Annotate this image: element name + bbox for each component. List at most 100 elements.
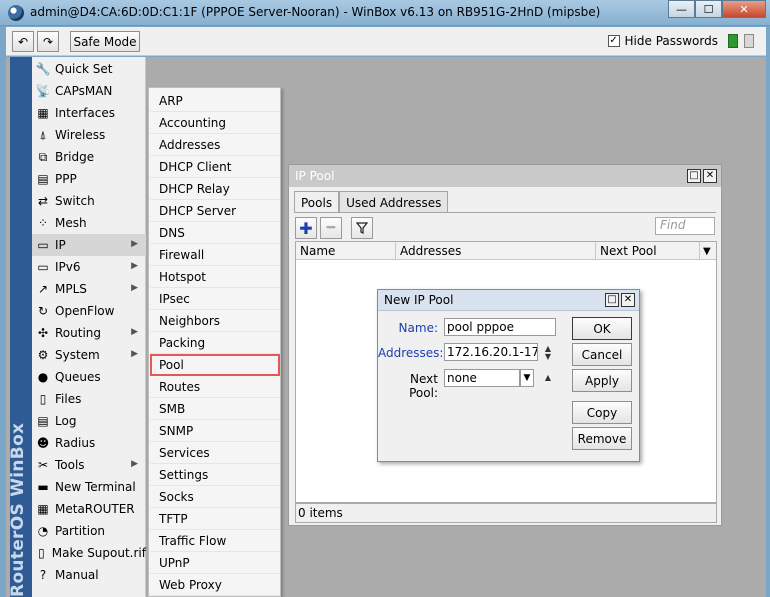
ip-menu-item-traffic-flow[interactable]: Traffic Flow [150,530,280,552]
sidebar-item-label: PPP [55,172,77,186]
sidebar-item-mpls[interactable]: ↗ MPLS ▶ [32,278,146,300]
mesh-icon: ⁘ [37,216,49,230]
sidebar-item-make-supout-rif[interactable]: ▯ Make Supout.rif [32,542,146,564]
minimize-button[interactable]: — [668,0,695,18]
ip-menu-item-pool[interactable]: Pool [150,354,280,376]
ip-menu-item-dhcp-client[interactable]: DHCP Client [150,156,280,178]
ip-menu-item-routes[interactable]: Routes [150,376,280,398]
sidebar-item-ipv6[interactable]: ▭ IPv6 ▶ [32,256,146,278]
dialog-close-button[interactable]: ✕ [621,293,635,307]
redo-button[interactable]: ↷ [37,31,59,52]
ppp-icon: ▤ [37,172,49,186]
undo-button[interactable]: ↶ [12,31,34,52]
sidebar-item-label: OpenFlow [55,304,115,318]
column-addresses[interactable]: Addresses [396,242,596,260]
next-pool-add-arrow[interactable]: ▲ [543,374,553,382]
sidebar-item-ip[interactable]: ▭ IP ▶ [32,234,146,256]
metarouter-icon: ▦ [37,502,49,516]
openflow-icon: ↻ [37,304,49,318]
name-input[interactable]: pool pppoe [444,318,556,336]
sidebar-item-tools[interactable]: ✂ Tools ▶ [32,454,146,476]
sidebar-item-log[interactable]: ▤ Log [32,410,146,432]
sidebar-item-label: System [55,348,100,362]
maximize-button[interactable]: ☐ [695,0,722,18]
sidebar-item-label: MPLS [55,282,87,296]
ip-menu-item-accounting[interactable]: Accounting [150,112,280,134]
cancel-button[interactable]: Cancel [572,343,632,366]
copy-button[interactable]: Copy [572,401,632,424]
ip-menu-item-ipsec[interactable]: IPsec [150,288,280,310]
ip-menu-item-firewall[interactable]: Firewall [150,244,280,266]
ip-menu-item-dhcp-server[interactable]: DHCP Server [150,200,280,222]
ip-menu-item-snmp[interactable]: SNMP [150,420,280,442]
new-ip-pool-titlebar[interactable]: New IP Pool [378,290,639,311]
ip-menu-item-dhcp-relay[interactable]: DHCP Relay [150,178,280,200]
sidebar-item-switch[interactable]: ⇄ Switch [32,190,146,212]
sidebar-item-ppp[interactable]: ▤ PPP [32,168,146,190]
ip-menu-item-tftp[interactable]: TFTP [150,508,280,530]
addresses-spinner[interactable]: ▲ ▼ [543,345,553,361]
window-titlebar[interactable]: admin@D4:CA:6D:0D:C1:1F (PPPOE Server-No… [0,0,770,26]
next-pool-dropdown-button[interactable]: ▼ [520,369,534,387]
find-input[interactable]: Find [655,217,715,235]
hide-passwords-toggle[interactable]: ✓ Hide Passwords [607,34,718,48]
ip-menu-item-smb[interactable]: SMB [150,398,280,420]
sidebar-item-openflow[interactable]: ↻ OpenFlow [32,300,146,322]
ip-pool-tabs: Pools Used Addresses [294,191,449,213]
column-next-pool[interactable]: Next Pool [596,242,700,260]
submenu-arrow-icon: ▶ [131,327,138,337]
sidebar-item-label: Manual [55,568,99,582]
ip-pool-titlebar[interactable]: IP Pool [289,165,721,187]
next-pool-select[interactable]: none [444,369,520,387]
ip-menu-item-arp[interactable]: ARP [150,90,280,112]
ip-menu-item-upnp[interactable]: UPnP [150,552,280,574]
column-chooser-button[interactable]: ▼ [700,242,716,260]
ok-button[interactable]: OK [572,317,632,340]
ip-menu-item-hotspot[interactable]: Hotspot [150,266,280,288]
sidebar-item-partition[interactable]: ◔ Partition [32,520,146,542]
addresses-input[interactable]: 172.16.20.1-172.16 [444,343,538,361]
add-button[interactable]: ✚ [295,217,317,239]
ip-menu-item-addresses[interactable]: Addresses [150,134,280,156]
remove-button[interactable]: ━ [320,217,342,239]
dialog-maximize-button[interactable]: □ [605,293,619,307]
ip-menu-item-settings[interactable]: Settings [150,464,280,486]
submenu-arrow-icon: ▶ [131,261,138,271]
sidebar-item-manual[interactable]: ? Manual [32,564,146,586]
ip-pool-close-button[interactable]: ✕ [703,169,717,183]
new-ip-pool-title: New IP Pool [384,293,454,307]
tab-pools[interactable]: Pools [294,191,340,213]
sidebar-item-wireless[interactable]: ⍋ Wireless [32,124,146,146]
files-icon: ▯ [39,392,47,406]
sidebar-item-queues[interactable]: ● Queues [32,366,146,388]
ip-menu-item-packing[interactable]: Packing [150,332,280,354]
sidebar-item-system[interactable]: ⚙ System ▶ [32,344,146,366]
close-button[interactable]: ✕ [722,0,766,18]
ip-menu-item-web-proxy[interactable]: Web Proxy [150,574,280,596]
filter-button[interactable] [351,217,373,239]
sidebar-item-metarouter[interactable]: ▦ MetaROUTER [32,498,146,520]
sidebar-item-bridge[interactable]: ⧉ Bridge [32,146,146,168]
column-name[interactable]: Name [296,242,396,260]
sidebar-item-interfaces[interactable]: ▦ Interfaces [32,102,146,124]
ip-menu-item-services[interactable]: Services [150,442,280,464]
partition-icon: ◔ [37,524,49,538]
sidebar-item-routing[interactable]: ✣ Routing ▶ [32,322,146,344]
sidebar-item-mesh[interactable]: ⁘ Mesh [32,212,146,234]
main-menu-sidebar: 🔧 Quick Set 📡 CAPsMAN ▦ Interfaces ⍋ Wireless ⧉ B… [32,57,146,597]
sidebar-item-radius[interactable]: ☻ Radius [32,432,146,454]
ip-pool-maximize-button[interactable]: □ [687,169,701,183]
hide-passwords-checkbox[interactable]: ✓ [607,35,620,47]
remove-pool-button[interactable]: Remove [572,427,632,450]
ip-menu-item-socks[interactable]: Socks [150,486,280,508]
safe-mode-button[interactable]: Safe Mode [70,31,140,52]
ip-menu-item-neighbors[interactable]: Neighbors [150,310,280,332]
sidebar-item-new-terminal[interactable]: ▬ New Terminal [32,476,146,498]
ip-menu-item-dns[interactable]: DNS [150,222,280,244]
sidebar-item-quick-set[interactable]: 🔧 Quick Set [32,58,146,80]
sidebar-item-capsman[interactable]: 📡 CAPsMAN [32,80,146,102]
tab-used-addresses[interactable]: Used Addresses [339,191,449,213]
apply-button[interactable]: Apply [572,369,632,392]
sidebar-item-files[interactable]: ▯ Files [32,388,146,410]
sidebar-item-label: Bridge [55,150,95,164]
